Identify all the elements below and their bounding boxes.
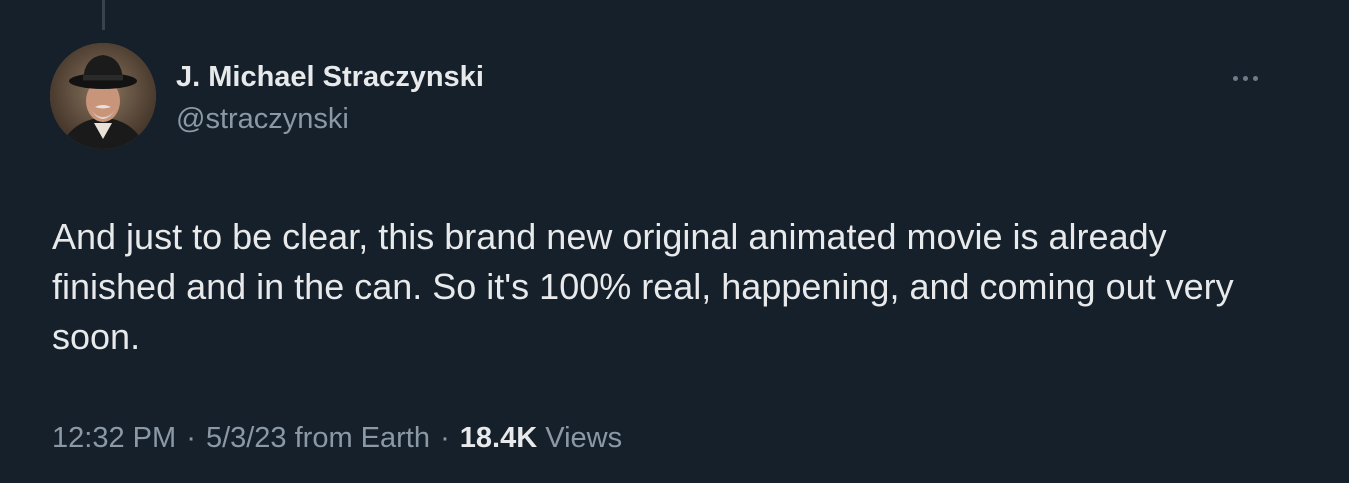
- separator-dot: ·: [186, 422, 196, 454]
- tweet-date-location[interactable]: 5/3/23 from Earth: [206, 422, 430, 454]
- avatar[interactable]: [50, 43, 156, 149]
- views-count[interactable]: 18.4K: [460, 422, 537, 454]
- avatar-image: [50, 43, 156, 149]
- tweet-metadata: 12:32 PM · 5/3/23 from Earth · 18.4K Vie…: [52, 418, 622, 458]
- author-handle[interactable]: @straczynski: [176, 102, 349, 136]
- tweet-text: And just to be clear, this brand new ori…: [52, 216, 1234, 357]
- more-horizontal-icon: [1232, 75, 1258, 81]
- author-name[interactable]: J. Michael Straczynski: [176, 60, 484, 94]
- views-label: Views: [545, 422, 623, 454]
- tweet-time[interactable]: 12:32 PM: [52, 422, 176, 454]
- separator-dot: ·: [440, 422, 450, 454]
- thread-connector-line: [102, 0, 105, 30]
- more-options-button[interactable]: [1222, 58, 1268, 98]
